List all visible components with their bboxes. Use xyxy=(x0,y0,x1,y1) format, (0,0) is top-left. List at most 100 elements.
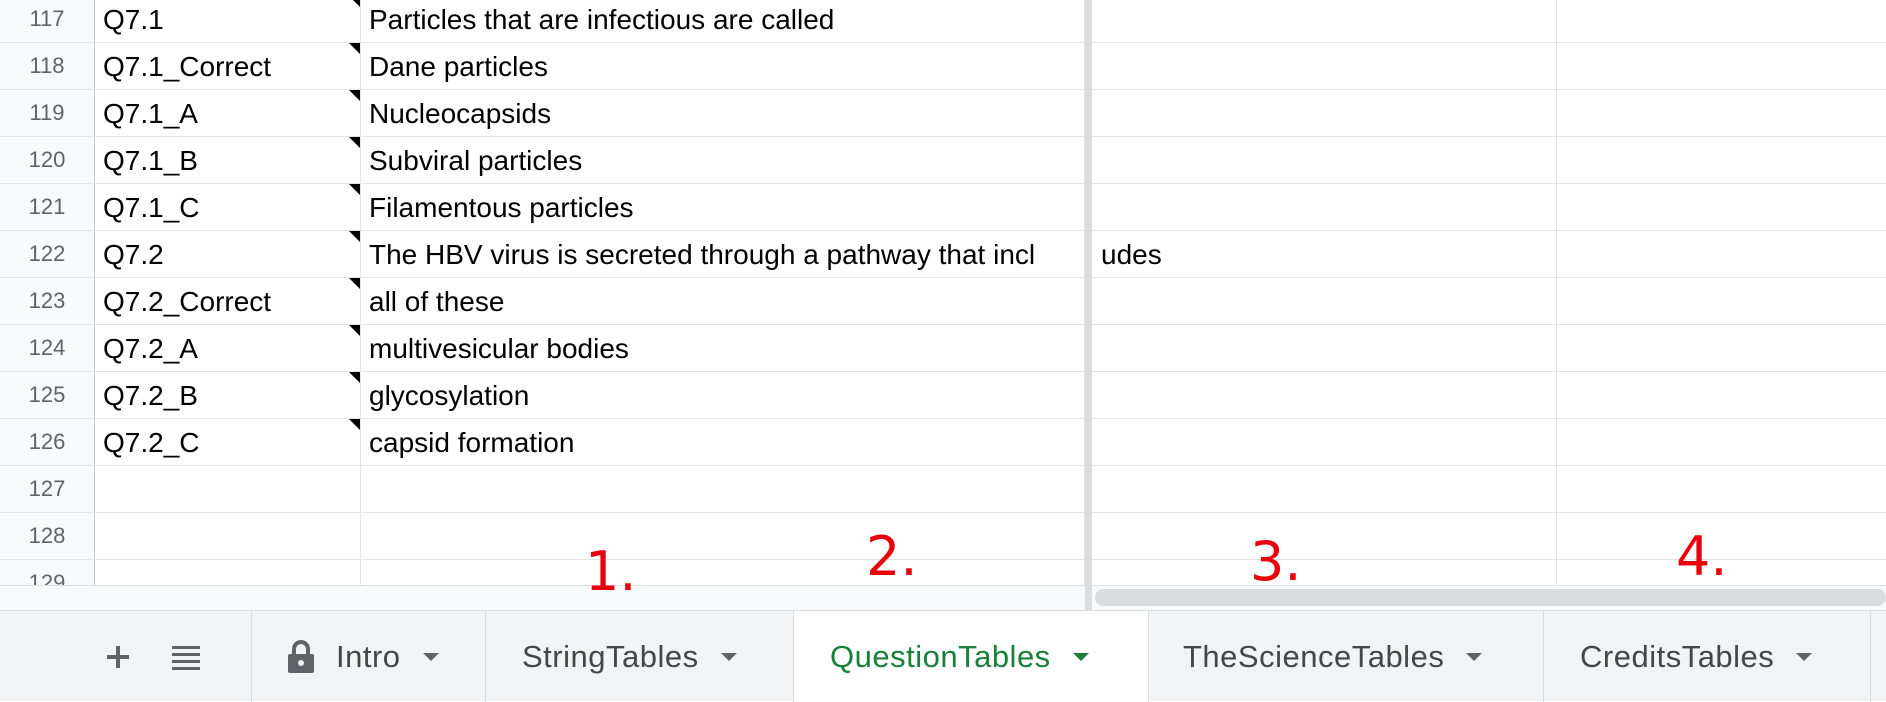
cell-empty[interactable] xyxy=(1557,137,1886,183)
cell-key[interactable]: Q7.2_B xyxy=(95,372,361,418)
cell-empty[interactable] xyxy=(1557,43,1886,89)
cell-key[interactable]: Q7.1_C xyxy=(95,184,361,230)
cell-empty[interactable] xyxy=(1092,513,1557,559)
table-row: 122 Q7.2 The HBV virus is secreted through… xyxy=(0,231,1886,278)
cell-key[interactable]: Q7.1_B xyxy=(95,137,361,183)
cell-empty[interactable] xyxy=(1092,419,1557,465)
row-header[interactable]: 122 xyxy=(0,231,95,277)
horizontal-scrollbar-thumb[interactable] xyxy=(1095,589,1886,606)
cell-empty[interactable] xyxy=(1092,231,1557,277)
frozen-columns-divider[interactable] xyxy=(1085,0,1092,610)
row-header[interactable]: 118 xyxy=(0,43,95,89)
note-indicator-icon[interactable] xyxy=(349,372,360,383)
cell-text-value: The HBV virus is secreted through a path… xyxy=(369,239,1036,270)
caret-down-icon[interactable] xyxy=(1072,652,1089,661)
cell-text[interactable] xyxy=(361,466,1085,512)
cell-text[interactable] xyxy=(361,560,1085,585)
cell-empty[interactable] xyxy=(1092,325,1557,371)
cell-key[interactable]: Q7.2_C xyxy=(95,419,361,465)
cell-text[interactable] xyxy=(361,513,1085,559)
cell-text[interactable]: Nucleocapsids xyxy=(361,90,1085,136)
cell-text[interactable]: glycosylation xyxy=(361,372,1085,418)
spreadsheet-grid: 117 Q7.1 Particles that are infectious are… xyxy=(0,0,1886,585)
cell-text[interactable]: Filamentous particles xyxy=(361,184,1085,230)
cell-text-value: Filamentous particles xyxy=(369,192,634,223)
cell-text[interactable]: capsid formation xyxy=(361,419,1085,465)
note-indicator-icon[interactable] xyxy=(349,325,360,336)
caret-down-icon[interactable] xyxy=(1796,652,1813,661)
table-row: 126 Q7.2_C capsid formation xyxy=(0,419,1886,466)
note-indicator-icon[interactable] xyxy=(349,90,360,101)
note-indicator-icon[interactable] xyxy=(349,137,360,148)
tab-stringtables[interactable]: StringTables xyxy=(486,611,793,702)
cell-empty[interactable] xyxy=(1557,90,1886,136)
list-icon xyxy=(172,645,200,670)
cell-empty[interactable] xyxy=(1557,325,1886,371)
cell-text[interactable]: Particles that are infectious are called xyxy=(361,0,1085,42)
row-header[interactable]: 117 xyxy=(0,0,95,42)
note-indicator-icon[interactable] xyxy=(349,231,360,242)
table-row: 128 xyxy=(0,513,1886,560)
cell-key-text: Q7.2 xyxy=(103,239,164,270)
cell-key[interactable] xyxy=(95,560,361,585)
row-header[interactable]: 125 xyxy=(0,372,95,418)
caret-down-icon[interactable] xyxy=(422,652,439,661)
cell-empty[interactable] xyxy=(1557,231,1886,277)
cell-empty[interactable] xyxy=(1092,0,1557,42)
cell-key-text: Q7.2_Correct xyxy=(103,286,272,317)
cell-empty[interactable] xyxy=(1092,278,1557,324)
cell-key[interactable]: Q7.2_Correct xyxy=(95,278,361,324)
cell-key-text: Q7.1_Correct xyxy=(103,51,272,82)
table-row: 129 xyxy=(0,560,1886,585)
row-header[interactable]: 124 xyxy=(0,325,95,371)
cell-empty[interactable] xyxy=(1557,372,1886,418)
cell-empty[interactable] xyxy=(1092,137,1557,183)
cell-key[interactable]: Q7.1_Correct xyxy=(95,43,361,89)
note-indicator-icon[interactable] xyxy=(349,43,360,54)
tab-questiontables[interactable]: QuestionTables xyxy=(794,611,1148,702)
note-indicator-icon[interactable] xyxy=(349,184,360,195)
cell-empty[interactable] xyxy=(1557,419,1886,465)
row-header[interactable]: 126 xyxy=(0,419,95,465)
caret-down-icon[interactable] xyxy=(720,652,737,661)
cell-text[interactable]: Subviral particles xyxy=(361,137,1085,183)
cell-text[interactable]: all of these xyxy=(361,278,1085,324)
cell-text[interactable]: Dane particles xyxy=(361,43,1085,89)
add-sheet-button[interactable] xyxy=(98,611,138,702)
cell-key[interactable] xyxy=(95,513,361,559)
row-header[interactable]: 129 xyxy=(0,560,95,585)
row-header[interactable]: 120 xyxy=(0,137,95,183)
row-header[interactable]: 121 xyxy=(0,184,95,230)
cell-empty[interactable] xyxy=(1557,466,1886,512)
note-indicator-icon[interactable] xyxy=(349,0,360,7)
row-header[interactable]: 127 xyxy=(0,466,95,512)
row-header[interactable]: 123 xyxy=(0,278,95,324)
cell-empty[interactable] xyxy=(1092,466,1557,512)
table-row: 124 Q7.2_A multivesicular bodies xyxy=(0,325,1886,372)
cell-empty[interactable] xyxy=(1557,278,1886,324)
caret-down-icon[interactable] xyxy=(1466,652,1483,661)
cell-empty[interactable] xyxy=(1092,560,1557,585)
cell-empty[interactable] xyxy=(1092,90,1557,136)
note-indicator-icon[interactable] xyxy=(349,419,360,430)
cell-text[interactable]: The HBV virus is secreted through a path… xyxy=(361,231,1162,277)
cell-empty[interactable] xyxy=(1557,184,1886,230)
cell-key[interactable]: Q7.1 xyxy=(95,0,361,42)
cell-empty[interactable] xyxy=(1557,0,1886,42)
cell-text[interactable]: multivesicular bodies xyxy=(361,325,1085,371)
row-header[interactable]: 119 xyxy=(0,90,95,136)
cell-empty[interactable] xyxy=(1092,372,1557,418)
cell-key[interactable] xyxy=(95,466,361,512)
annotation-3: 3. xyxy=(1250,530,1302,593)
all-sheets-button[interactable] xyxy=(166,611,206,702)
tab-thesciencetables[interactable]: TheScienceTables xyxy=(1149,611,1543,702)
cell-key[interactable]: Q7.2_A xyxy=(95,325,361,371)
cell-key[interactable]: Q7.2 xyxy=(95,231,361,277)
note-indicator-icon[interactable] xyxy=(349,278,360,289)
cell-key[interactable]: Q7.1_A xyxy=(95,90,361,136)
cell-empty[interactable] xyxy=(1092,43,1557,89)
tab-creditstables[interactable]: CreditsTables xyxy=(1544,611,1870,702)
row-header[interactable]: 128 xyxy=(0,513,95,559)
cell-empty[interactable] xyxy=(1092,184,1557,230)
tab-intro[interactable]: Intro xyxy=(252,611,485,702)
